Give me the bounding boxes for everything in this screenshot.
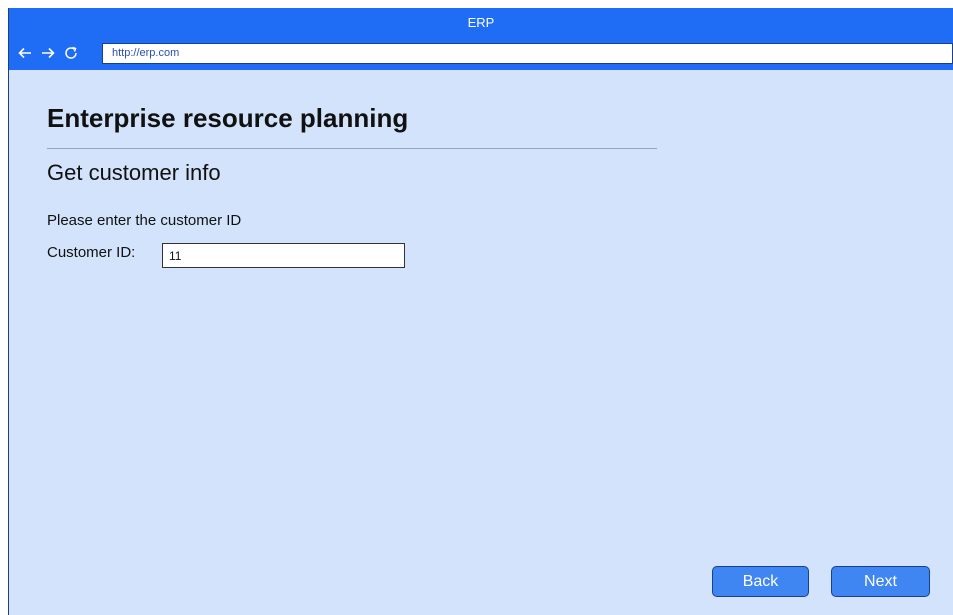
- title-divider: [47, 148, 657, 149]
- customer-id-label: Customer ID:: [47, 244, 136, 261]
- instruction-text: Please enter the customer ID: [47, 212, 242, 229]
- navigation-bar: http://erp.com: [9, 38, 953, 70]
- page-title: Enterprise resource planning: [47, 103, 409, 133]
- customer-id-input[interactable]: [162, 243, 405, 268]
- window-title: ERP: [9, 8, 953, 38]
- browser-window: ERP http://erp.com Enterprise resource p…: [8, 8, 953, 615]
- page-subtitle: Get customer info: [47, 160, 221, 185]
- reload-icon[interactable]: [62, 44, 80, 62]
- next-button[interactable]: Next: [831, 566, 930, 597]
- page-content: Enterprise resource planning Get custome…: [9, 70, 953, 615]
- arrow-left-icon[interactable]: [16, 44, 34, 62]
- back-button[interactable]: Back: [712, 566, 809, 597]
- address-bar[interactable]: http://erp.com: [102, 43, 953, 64]
- arrow-right-icon[interactable]: [39, 44, 57, 62]
